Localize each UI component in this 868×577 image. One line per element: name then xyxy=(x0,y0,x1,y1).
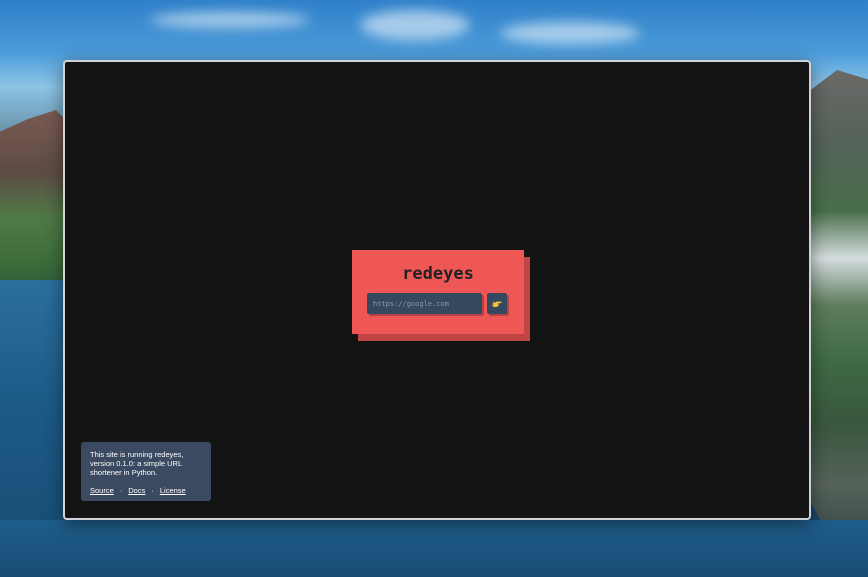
browser-window: redeyes This site is running redeyes, ve… xyxy=(63,60,811,520)
wallpaper-cloud xyxy=(360,10,470,40)
info-box: This site is running redeyes, version 0.… xyxy=(81,442,211,501)
submit-button[interactable] xyxy=(487,293,507,314)
pointing-hand-icon xyxy=(492,300,502,308)
wallpaper-cloud xyxy=(150,12,310,28)
docs-link[interactable]: Docs xyxy=(128,486,145,495)
info-links: Source · Docs · License xyxy=(90,486,202,495)
link-separator: · xyxy=(119,486,123,495)
wallpaper-mountain-right xyxy=(806,70,868,540)
shortener-card: redeyes xyxy=(352,250,524,334)
url-input[interactable] xyxy=(367,293,482,314)
wallpaper-mountain-left xyxy=(0,110,70,290)
app-title: redeyes xyxy=(402,264,474,284)
source-link[interactable]: Source xyxy=(90,486,114,495)
wallpaper-sea-bottom xyxy=(0,520,868,577)
wallpaper-cloud xyxy=(500,22,640,44)
info-text: This site is running redeyes, version 0.… xyxy=(90,450,184,477)
link-separator: · xyxy=(151,486,154,495)
license-link[interactable]: License xyxy=(160,486,186,495)
